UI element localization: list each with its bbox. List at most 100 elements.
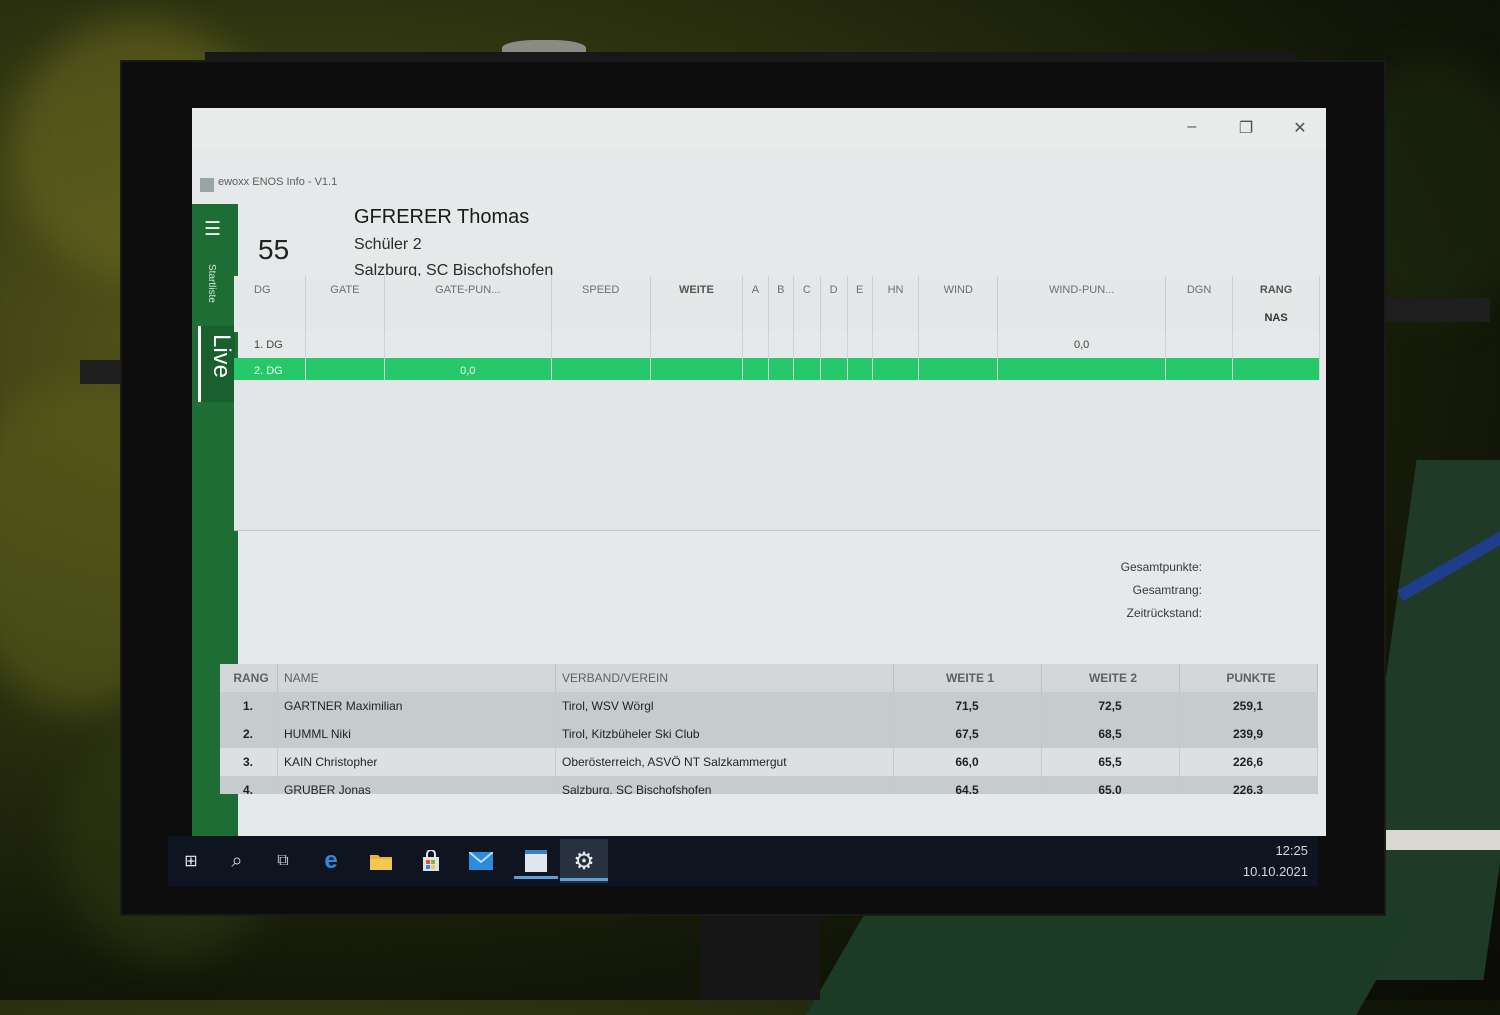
app-icon	[200, 178, 214, 192]
rank-cell: 2.	[220, 720, 278, 748]
col-rang[interactable]: RANG	[1232, 276, 1320, 304]
club-cell: Oberösterreich, ASVÖ NT Salzkammergut	[555, 748, 894, 776]
distance1-cell: 67,5	[893, 720, 1042, 748]
store-icon[interactable]	[416, 846, 446, 876]
table-row[interactable]: 2. HUMML Niki Tirol, Kitzbüheler Ski Clu…	[220, 720, 1318, 748]
points-cell: 226,3	[1179, 776, 1318, 794]
app-window-icon[interactable]	[514, 841, 558, 881]
app-window: – ❐ ✕ ewoxx ENOS Info - V1.1 ☰ Startlist…	[192, 108, 1326, 836]
col-rang[interactable]: RANG	[220, 664, 278, 692]
col-hn[interactable]: HN	[872, 276, 920, 304]
cell	[847, 332, 873, 358]
col-weite2[interactable]: WEITE 2	[1041, 664, 1180, 692]
empty-cell	[768, 304, 794, 332]
col-wind-pun[interactable]: WIND-PUN...	[997, 276, 1166, 304]
empty-cell	[650, 304, 744, 332]
mail-icon[interactable]	[466, 846, 496, 876]
table-row[interactable]: 3. KAIN Christopher Oberösterreich, ASVÖ…	[220, 748, 1318, 776]
ski-jump-marking	[1378, 830, 1500, 850]
col-a[interactable]: A	[742, 276, 769, 304]
points-cell: 226,6	[1179, 748, 1318, 776]
empty-cell	[793, 304, 821, 332]
windows-start-icon[interactable]: ⊞	[176, 846, 206, 876]
col-gate-pun[interactable]: GATE-PUN...	[384, 276, 552, 304]
empty-cell	[742, 304, 769, 332]
jumps-table: DG GATE GATE-PUN... SPEED WEITE A B C D …	[234, 276, 1320, 384]
bib-number: 55	[258, 234, 290, 265]
rank-cell: 1.	[220, 692, 278, 720]
rank-cell: 4.	[220, 776, 278, 794]
col-wind[interactable]: WIND	[918, 276, 999, 304]
col-speed[interactable]: SPEED	[551, 276, 651, 304]
col-name[interactable]: NAME	[277, 664, 556, 692]
cell	[768, 332, 794, 358]
rang-header-label: RANG	[1259, 284, 1293, 296]
minimize-button[interactable]: –	[1180, 118, 1204, 138]
empty-cell	[847, 304, 873, 332]
window-controls: – ❐ ✕	[1180, 118, 1312, 138]
active-indicator	[514, 876, 558, 879]
col-verein[interactable]: VERBAND/VEREIN	[555, 664, 894, 692]
rank-cell: 3.	[220, 748, 278, 776]
col-dgn[interactable]: DGN	[1165, 276, 1234, 304]
total-rank-label: Gesamtrang:	[1132, 583, 1202, 597]
col-d[interactable]: D	[820, 276, 848, 304]
active-indicator	[560, 878, 608, 881]
points-cell: 239,9	[1179, 720, 1318, 748]
table-row[interactable]: 4. GRUBER Jonas Salzburg, SC Bischofshof…	[220, 776, 1318, 794]
jump-row-1[interactable]: 1. DG 0,0	[234, 332, 1320, 358]
col-e[interactable]: E	[847, 276, 873, 304]
screen-post	[700, 915, 820, 1000]
hamburger-icon[interactable]: ☰	[204, 220, 221, 239]
empty-cell	[918, 304, 999, 332]
jump-dg: 1. DG	[234, 332, 306, 358]
system-clock[interactable]: 12:25 10.10.2021	[1243, 840, 1308, 882]
name-cell: GARTNER Maximilian	[277, 692, 556, 720]
task-view-icon[interactable]: ⧉	[268, 846, 298, 876]
close-button[interactable]: ✕	[1288, 118, 1312, 138]
col-weite1[interactable]: WEITE 1	[893, 664, 1042, 692]
jumps-table-body-area	[234, 380, 1320, 531]
ranking-table: RANG NAME VERBAND/VEREIN WEITE 1 WEITE 2…	[220, 664, 1318, 794]
athlete-name: GFRERER Thomas	[354, 206, 530, 228]
empty-cell	[872, 304, 920, 332]
screen-mount-right	[1380, 298, 1490, 322]
search-icon[interactable]: ⌕	[222, 846, 252, 876]
col-punkte[interactable]: PUNKTE	[1179, 664, 1318, 692]
store-svg	[423, 850, 439, 871]
sidebar-item-label: Live	[208, 334, 235, 379]
window-title: ewoxx ENOS Info - V1.1	[218, 176, 338, 188]
athlete-category: Schüler 2	[354, 236, 422, 253]
club-cell: Tirol, Kitzbüheler Ski Club	[555, 720, 894, 748]
empty-cell	[997, 304, 1166, 332]
col-dg[interactable]: DG	[234, 276, 306, 304]
file-explorer-icon[interactable]	[366, 846, 396, 876]
table-row[interactable]: 1. GARTNER Maximilian Tirol, WSV Wörgl 7…	[220, 692, 1318, 720]
time-behind-label: Zeitrückstand:	[1126, 606, 1202, 620]
mail-svg	[469, 852, 493, 870]
settings-icon[interactable]: ⚙	[560, 839, 608, 883]
total-points-label: Gesamtpunkte:	[1120, 560, 1202, 574]
sidebar-item-startliste[interactable]: Startliste	[206, 264, 217, 303]
edge-icon[interactable]: e	[316, 846, 346, 876]
sidebar-item-live[interactable]: Live	[198, 326, 235, 402]
empty-cell	[1165, 304, 1234, 332]
distance2-cell: 65,0	[1041, 776, 1180, 794]
col-gate[interactable]: GATE	[305, 276, 385, 304]
jump-wind-pun: 0,0	[997, 332, 1166, 358]
cell	[305, 332, 385, 358]
cell	[793, 332, 821, 358]
col-c[interactable]: C	[793, 276, 821, 304]
folder-svg	[370, 855, 392, 870]
col-weite[interactable]: WEITE	[650, 276, 744, 304]
club-cell: Salzburg, SC Bischofshofen	[555, 776, 894, 794]
name-cell: KAIN Christopher	[277, 748, 556, 776]
distance1-cell: 71,5	[893, 692, 1042, 720]
col-b[interactable]: B	[768, 276, 794, 304]
ranking-container[interactable]: RANG NAME VERBAND/VEREIN WEITE 1 WEITE 2…	[220, 664, 1318, 794]
empty-cell	[305, 304, 385, 332]
jump-gate-pun	[384, 332, 552, 358]
ranking-header-row: RANG NAME VERBAND/VEREIN WEITE 1 WEITE 2…	[220, 664, 1318, 692]
ski-jump-landing	[806, 915, 1414, 1015]
maximize-button[interactable]: ❐	[1234, 118, 1258, 138]
